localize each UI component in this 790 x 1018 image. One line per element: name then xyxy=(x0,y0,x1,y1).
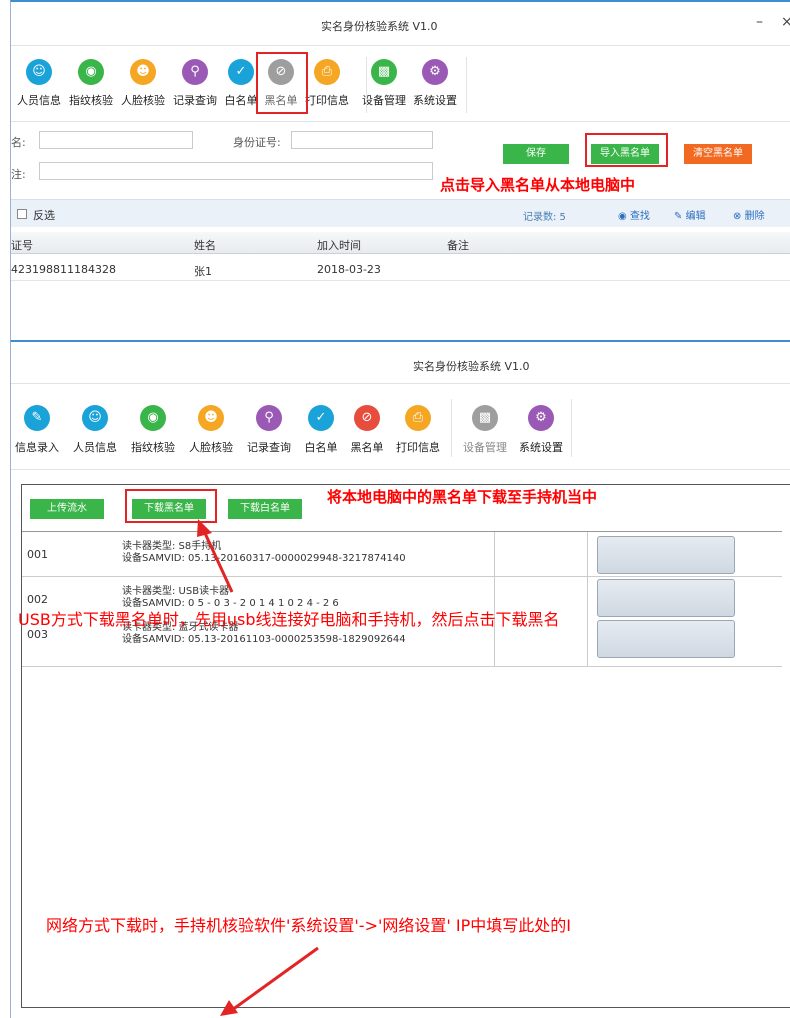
arrow-to-download xyxy=(197,519,234,593)
annotation-arrows xyxy=(197,519,319,1016)
arrow-down-left xyxy=(220,946,319,1016)
